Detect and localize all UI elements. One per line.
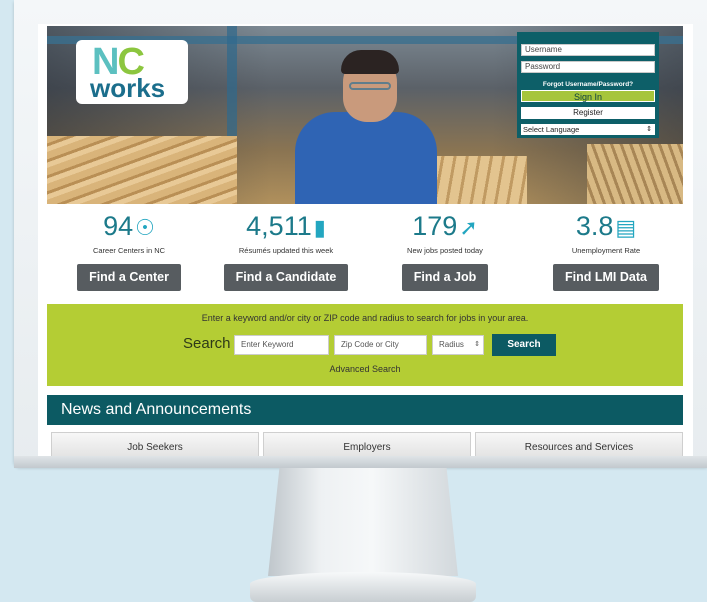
- monitor-stand-neck: [268, 468, 458, 576]
- hero-worker-shirt: [295, 112, 437, 204]
- stat-value: 4,511▮: [246, 211, 326, 241]
- stat-value: 179➚: [412, 211, 478, 241]
- sign-in-button[interactable]: Sign In: [521, 90, 655, 102]
- news-title: News and Announcements: [61, 401, 252, 418]
- forgot-credentials-link[interactable]: Forgot Username/Password?: [517, 81, 659, 88]
- password-field[interactable]: Password: [521, 61, 655, 73]
- briefcase-icon: ▤: [615, 215, 637, 240]
- find-lmi-data-button[interactable]: Find LMI Data: [553, 264, 659, 291]
- ncworks-logo[interactable]: NC works: [76, 40, 188, 104]
- news-tabs: Job Seekers Employers Resources and Serv…: [47, 432, 683, 456]
- language-select-value: Select Language: [523, 125, 580, 134]
- stat-value: 94☉: [103, 211, 155, 241]
- stat-value: 3.8▤: [575, 211, 637, 241]
- monitor-chin: [14, 456, 707, 468]
- stat-unemployment: 3.8▤ Unemployment Rate Find LMI Data: [531, 212, 681, 291]
- hero-photo: NC works Username Password Forgot Userna…: [47, 26, 683, 204]
- register-button[interactable]: Register: [521, 107, 655, 119]
- job-search-panel: Enter a keyword and/or city or ZIP code …: [47, 304, 683, 386]
- stat-new-jobs: 179➚ New jobs posted today Find a Job: [370, 212, 520, 291]
- hero-worker-glasses: [349, 82, 391, 90]
- zip-city-input[interactable]: Zip Code or City: [334, 335, 427, 355]
- select-arrows-icon: ⇕: [474, 341, 480, 348]
- stat-description: Résumés updated this week: [238, 246, 334, 255]
- find-job-button[interactable]: Find a Job: [401, 264, 489, 291]
- website-screen: NC works Username Password Forgot Userna…: [38, 24, 693, 456]
- find-candidate-button[interactable]: Find a Candidate: [223, 264, 349, 291]
- stat-career-centers: 94☉ Career Centers in NC Find a Center: [54, 212, 204, 291]
- hero-worker-hair: [341, 50, 399, 74]
- logo-works-text: works: [90, 73, 166, 103]
- pin-icon: ➚: [459, 215, 478, 240]
- tab-resources-services[interactable]: Resources and Services: [475, 432, 683, 456]
- select-arrows-icon: ⇕: [646, 126, 652, 133]
- radius-select[interactable]: Radius ⇕: [432, 335, 484, 355]
- monitor-stand-base: [250, 572, 476, 602]
- stat-description: Unemployment Rate: [571, 246, 641, 255]
- hero-lumber-frame: [587, 144, 683, 204]
- search-instructions: Enter a keyword and/or city or ZIP code …: [201, 313, 529, 323]
- advanced-search-link[interactable]: Advanced Search: [47, 364, 683, 374]
- stat-resumes: 4,511▮ Résumés updated this week Find a …: [211, 212, 361, 291]
- keyword-input[interactable]: Enter Keyword: [234, 335, 329, 355]
- login-panel: Username Password Forgot Username/Passwo…: [517, 32, 659, 138]
- document-icon: ▮: [313, 215, 326, 240]
- search-label: Search: [183, 335, 231, 352]
- search-button[interactable]: Search: [492, 334, 556, 356]
- target-icon: ☉: [135, 215, 155, 240]
- language-select[interactable]: Select Language ⇕: [521, 124, 655, 135]
- find-center-button[interactable]: Find a Center: [77, 264, 181, 291]
- username-field[interactable]: Username: [521, 44, 655, 56]
- news-header: News and Announcements: [47, 395, 683, 425]
- stat-description: New jobs posted today: [407, 246, 483, 255]
- radius-select-value: Radius: [439, 340, 464, 349]
- stat-description: Career Centers in NC: [92, 246, 166, 255]
- tab-employers[interactable]: Employers: [263, 432, 471, 456]
- hero-lumber-stack: [47, 136, 237, 204]
- tab-job-seekers[interactable]: Job Seekers: [51, 432, 259, 456]
